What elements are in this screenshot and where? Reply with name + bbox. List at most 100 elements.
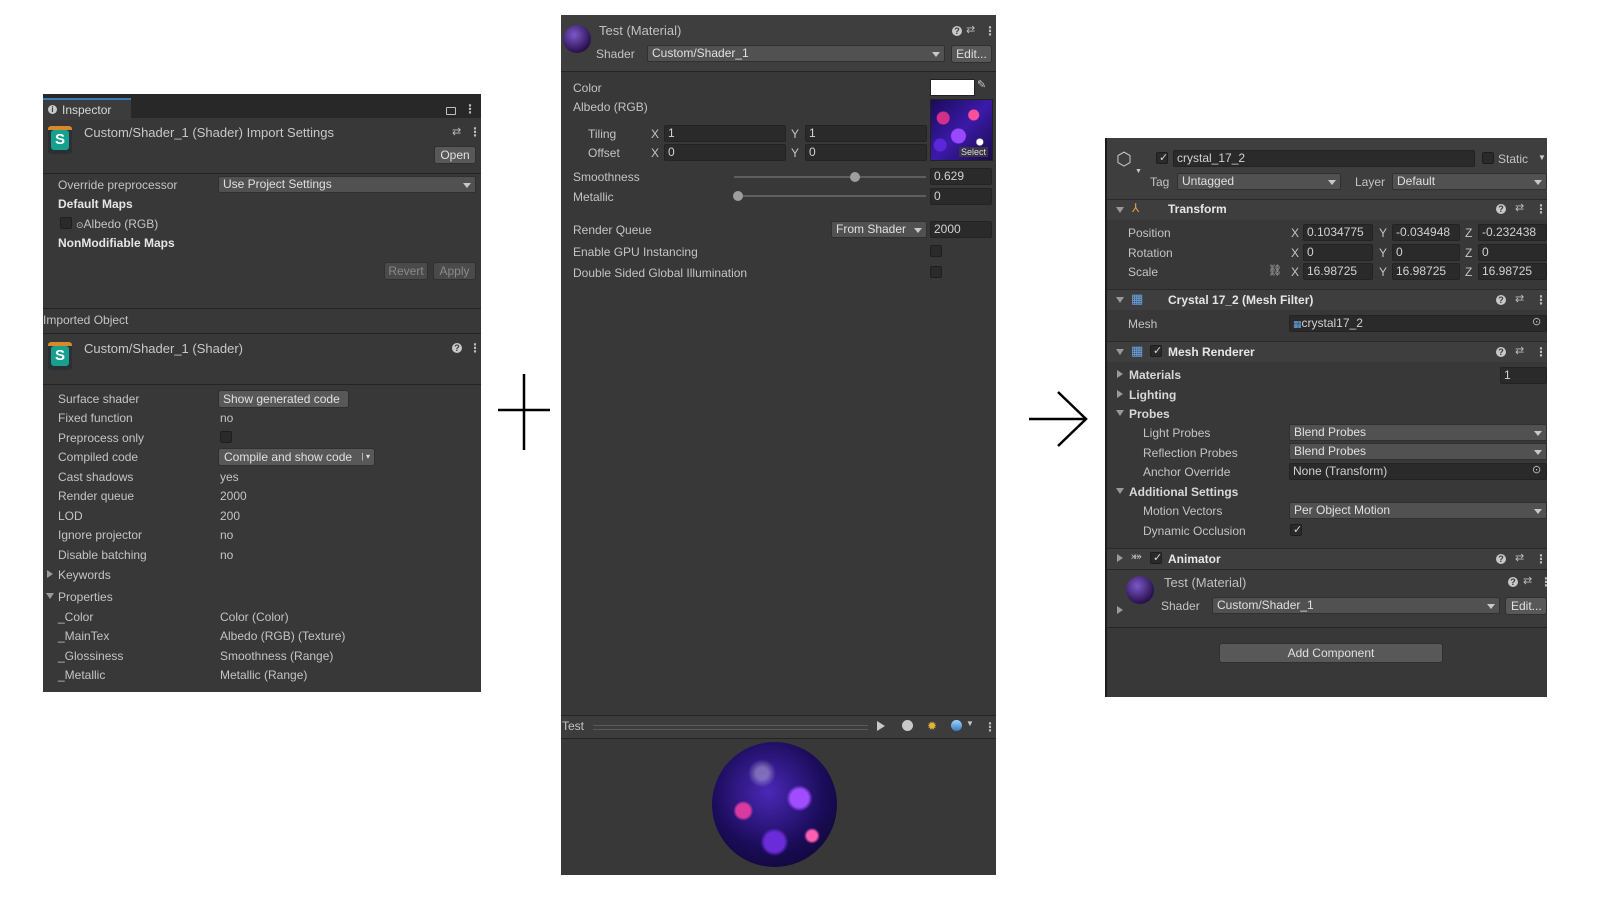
render-queue-dropdown[interactable]: From Shader xyxy=(831,221,927,238)
texture-select-label[interactable]: Select xyxy=(959,147,989,157)
mesh-renderer-help-icon[interactable]: ? xyxy=(1496,347,1506,357)
override-preprocessor-dropdown[interactable]: Use Project Settings xyxy=(218,176,476,193)
additional-settings-collapse-icon[interactable] xyxy=(1116,488,1124,494)
offset-y-field[interactable]: 0 xyxy=(805,144,927,161)
preview-shape-dropdown-icon[interactable]: ▼ xyxy=(966,719,974,728)
show-generated-code-button[interactable]: Show generated code xyxy=(218,390,349,408)
shader-more-icon[interactable]: ⋮ xyxy=(469,342,481,354)
mesh-filter-more-icon[interactable]: ⋮ xyxy=(1535,294,1547,306)
material-preview-sphere[interactable] xyxy=(712,742,837,867)
compile-dropdown-icon[interactable]: | ▾ xyxy=(362,449,370,465)
gpu-instancing-checkbox[interactable] xyxy=(930,245,942,257)
gameobject-name-field[interactable]: crystal_17_2 xyxy=(1173,150,1475,167)
position-z-field[interactable]: -0.232438 xyxy=(1478,224,1547,241)
position-y-field[interactable]: -0.034948 xyxy=(1392,224,1460,241)
material-more-icon[interactable]: ⋮ xyxy=(984,25,996,37)
open-button[interactable]: Open xyxy=(434,146,476,164)
anchor-picker-icon[interactable]: ⊙ xyxy=(1532,463,1541,476)
preview-mesh-icon[interactable] xyxy=(902,720,913,731)
probes-collapse-icon[interactable] xyxy=(1116,410,1124,416)
animator-enabled-checkbox[interactable]: ✓ xyxy=(1150,552,1162,564)
lighting-expand-icon[interactable] xyxy=(1117,390,1123,398)
preprocess-only-checkbox[interactable] xyxy=(220,431,232,443)
mesh-renderer-enabled-checkbox[interactable]: ✓ xyxy=(1150,345,1162,357)
mesh-filter-presets-icon[interactable]: ⇄ xyxy=(1515,292,1524,305)
compile-and-show-code-button[interactable]: Compile and show code | ▾ xyxy=(218,448,375,466)
transform-presets-icon[interactable]: ⇄ xyxy=(1515,201,1524,214)
mesh-filter-foldout-icon[interactable] xyxy=(1116,297,1124,303)
keywords-foldout[interactable]: Keywords xyxy=(58,568,111,582)
preview-light-icon[interactable]: ✹ xyxy=(927,719,937,733)
material-expand-icon[interactable] xyxy=(1117,606,1123,614)
component-material-presets-icon[interactable]: ⇄ xyxy=(1523,574,1532,587)
revert-button[interactable]: Revert xyxy=(384,262,428,280)
mesh-picker-icon[interactable]: ⊙ xyxy=(1532,315,1541,328)
dynamic-occlusion-checkbox[interactable]: ✓ xyxy=(1290,524,1302,536)
materials-foldout[interactable]: Materials xyxy=(1129,368,1181,382)
transform-help-icon[interactable]: ? xyxy=(1496,204,1506,214)
static-checkbox[interactable] xyxy=(1482,152,1494,164)
static-dropdown-icon[interactable]: ▼ xyxy=(1538,153,1546,162)
component-shader-edit-button[interactable]: Edit... xyxy=(1505,597,1547,615)
reflection-probes-dropdown[interactable]: Blend Probes xyxy=(1289,443,1547,460)
icon-dropdown-icon[interactable]: ▼ xyxy=(1135,168,1142,175)
eyedropper-icon[interactable]: ✎ xyxy=(977,78,986,91)
metallic-value-field[interactable]: 0 xyxy=(930,188,992,205)
component-material-help-icon[interactable]: ? xyxy=(1508,577,1518,587)
mesh-renderer-foldout-icon[interactable] xyxy=(1116,349,1124,355)
scale-x-field[interactable]: 16.98725 xyxy=(1303,263,1373,280)
shader-edit-button[interactable]: Edit... xyxy=(951,45,992,63)
mesh-filter-help-icon[interactable]: ? xyxy=(1496,295,1506,305)
help-icon[interactable]: ? xyxy=(452,343,462,353)
shader-dropdown[interactable]: Custom/Shader_1 xyxy=(647,45,945,62)
materials-expand-icon[interactable] xyxy=(1117,370,1123,378)
import-more-icon[interactable]: ⋮ xyxy=(469,126,481,138)
properties-collapse-icon[interactable] xyxy=(46,593,54,599)
render-queue-field[interactable]: 2000 xyxy=(930,221,992,238)
tiling-x-field[interactable]: 1 xyxy=(664,125,786,142)
offset-x-field[interactable]: 0 xyxy=(664,144,786,161)
animator-expand-icon[interactable] xyxy=(1117,554,1123,562)
color-swatch[interactable] xyxy=(930,79,975,96)
constrain-proportions-icon[interactable]: ⛓ xyxy=(1268,264,1282,277)
material-presets-icon[interactable]: ⇄ xyxy=(966,23,975,36)
keywords-expand-icon[interactable] xyxy=(47,570,53,578)
gameobject-active-checkbox[interactable]: ✓ xyxy=(1156,152,1168,164)
additional-settings-foldout[interactable]: Additional Settings xyxy=(1129,485,1238,499)
metallic-slider-handle[interactable] xyxy=(733,191,743,201)
motion-vectors-dropdown[interactable]: Per Object Motion xyxy=(1289,502,1547,519)
materials-count-field[interactable]: 1 xyxy=(1500,367,1547,384)
component-material-more-icon[interactable]: ⋮ xyxy=(1540,576,1547,588)
anchor-override-field[interactable]: None (Transform) xyxy=(1289,463,1547,480)
apply-button[interactable]: Apply xyxy=(433,262,476,280)
double-sided-gi-checkbox[interactable] xyxy=(930,266,942,278)
smoothness-value-field[interactable]: 0.629 xyxy=(930,168,992,185)
mesh-renderer-presets-icon[interactable]: ⇄ xyxy=(1515,344,1524,357)
lighting-foldout[interactable]: Lighting xyxy=(1129,388,1176,402)
layer-dropdown[interactable]: Default xyxy=(1392,173,1547,190)
add-component-button[interactable]: Add Component xyxy=(1219,643,1443,663)
properties-foldout[interactable]: Properties xyxy=(58,590,113,604)
transform-foldout-icon[interactable] xyxy=(1116,207,1124,213)
light-probes-dropdown[interactable]: Blend Probes xyxy=(1289,424,1547,441)
scale-z-field[interactable]: 16.98725 xyxy=(1478,263,1547,280)
preview-shape-icon[interactable] xyxy=(951,720,962,731)
animator-presets-icon[interactable]: ⇄ xyxy=(1515,551,1524,564)
rotation-x-field[interactable]: 0 xyxy=(1303,244,1373,261)
smoothness-slider-handle[interactable] xyxy=(849,172,860,182)
scale-y-field[interactable]: 16.98725 xyxy=(1392,263,1460,280)
material-help-icon[interactable]: ? xyxy=(952,26,962,36)
tiling-y-field[interactable]: 1 xyxy=(805,125,927,142)
more-options-icon[interactable]: ⋮ xyxy=(464,103,476,115)
preview-more-icon[interactable]: ⋮ xyxy=(984,721,996,733)
transform-more-icon[interactable]: ⋮ xyxy=(1535,203,1547,215)
play-icon[interactable] xyxy=(877,721,885,731)
mesh-object-field[interactable]: ▦crystal17_2 xyxy=(1289,315,1547,332)
rotation-y-field[interactable]: 0 xyxy=(1392,244,1460,261)
lock-icon[interactable] xyxy=(446,107,456,115)
mesh-renderer-more-icon[interactable]: ⋮ xyxy=(1535,346,1547,358)
albedo-map-slot[interactable] xyxy=(60,217,72,229)
metallic-slider-track[interactable] xyxy=(734,195,926,197)
component-shader-dropdown[interactable]: Custom/Shader_1 xyxy=(1212,597,1500,614)
probes-foldout[interactable]: Probes xyxy=(1129,407,1170,421)
